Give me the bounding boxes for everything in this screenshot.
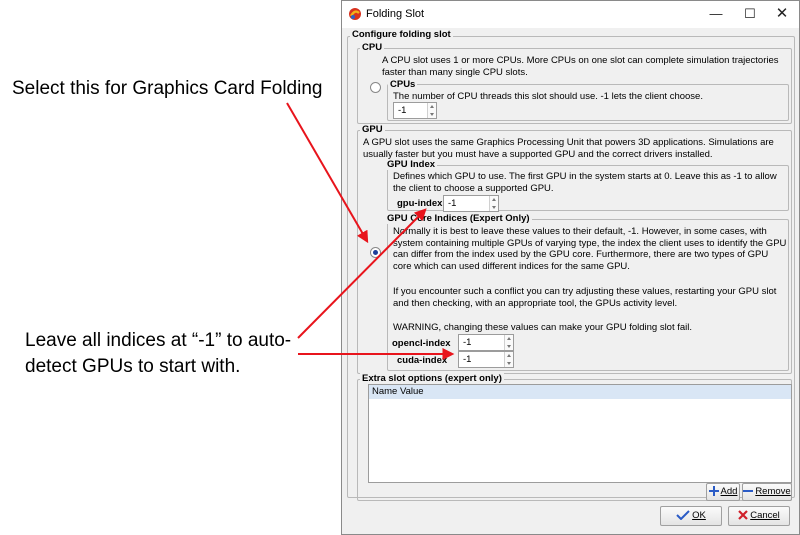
cpu-radio[interactable] — [370, 82, 381, 93]
add-label: Add — [720, 486, 738, 497]
spin-arrows-icon[interactable] — [504, 335, 513, 350]
cpus-stepper[interactable]: -1 — [393, 102, 437, 119]
opencl-index-label: opencl-index — [392, 338, 451, 349]
gpu-index-label: gpu-index — [397, 198, 443, 209]
check-icon — [676, 510, 690, 521]
column-name-header[interactable]: Name — [372, 386, 397, 397]
folding-at-home-icon — [349, 8, 361, 20]
gpu-index-value: -1 — [448, 198, 457, 209]
opencl-index-stepper[interactable]: -1 — [458, 334, 514, 351]
annotation-select-gpu: Select this for Graphics Card Folding — [12, 78, 323, 99]
remove-button[interactable]: Remove — [742, 483, 792, 501]
maximize-button[interactable]: ☐ — [733, 1, 767, 28]
cpus-legend: CPUs — [388, 79, 418, 90]
cpus-value: -1 — [398, 105, 407, 116]
cuda-index-label: cuda-index — [397, 355, 448, 366]
gpu-index-legend: GPU Index — [385, 159, 438, 170]
cpu-description: A CPU slot uses 1 or more CPUs. More CPU… — [382, 55, 779, 78]
column-value-header[interactable]: Value — [400, 386, 424, 397]
gpu-core-legend: GPU Core Indices (Expert Only) — [385, 213, 532, 224]
cpu-legend: CPU — [360, 42, 385, 53]
cuda-index-value: -1 — [463, 354, 472, 365]
cuda-index-stepper[interactable]: -1 — [458, 351, 514, 368]
close-button[interactable]: ✕ — [765, 1, 799, 28]
gpu-index-stepper[interactable]: -1 — [443, 195, 499, 212]
folding-slot-dialog: Folding Slot — ☐ ✕ Configure folding slo… — [341, 0, 800, 535]
gpu-core-warning: WARNING, changing these values can make … — [393, 322, 693, 333]
gpu-legend: GPU — [360, 124, 385, 135]
remove-icon — [743, 490, 754, 493]
window-title: Folding Slot — [366, 8, 425, 20]
remove-label: Remove — [755, 486, 791, 497]
spin-arrows-icon[interactable] — [489, 196, 498, 211]
cpus-help: The number of CPU threads this slot shou… — [393, 91, 703, 102]
extra-options-table[interactable]: Name Value — [368, 384, 792, 483]
gpu-index-help: Defines which GPU to use. The first GPU … — [393, 171, 777, 194]
ok-label: OK — [692, 510, 706, 521]
cancel-button[interactable]: Cancel — [728, 506, 790, 526]
title-bar: Folding Slot — ☐ ✕ — [342, 1, 799, 28]
gpu-core-para1: Normally it is best to leave these value… — [393, 226, 787, 272]
ok-button[interactable]: OK — [660, 506, 722, 526]
gpu-radio[interactable] — [370, 247, 381, 258]
opencl-index-value: -1 — [463, 337, 472, 348]
gpu-description: A GPU slot uses the same Graphics Proces… — [363, 137, 774, 160]
annotation-leave-indices: Leave all indices at “-1” to auto-detect… — [25, 330, 292, 377]
cancel-label: Cancel — [750, 510, 780, 521]
add-icon — [708, 486, 719, 497]
cancel-x-icon — [738, 510, 748, 521]
minimize-button[interactable]: — — [699, 1, 733, 28]
add-button[interactable]: Add — [706, 483, 740, 501]
configure-slot-title: Configure folding slot — [350, 29, 453, 40]
spin-arrows-icon[interactable] — [427, 103, 436, 118]
spin-arrows-icon[interactable] — [504, 352, 513, 367]
extra-options-legend: Extra slot options (expert only) — [360, 373, 504, 384]
table-header: Name Value — [369, 385, 791, 399]
gpu-core-para2: If you encounter such a conflict you can… — [393, 286, 777, 309]
